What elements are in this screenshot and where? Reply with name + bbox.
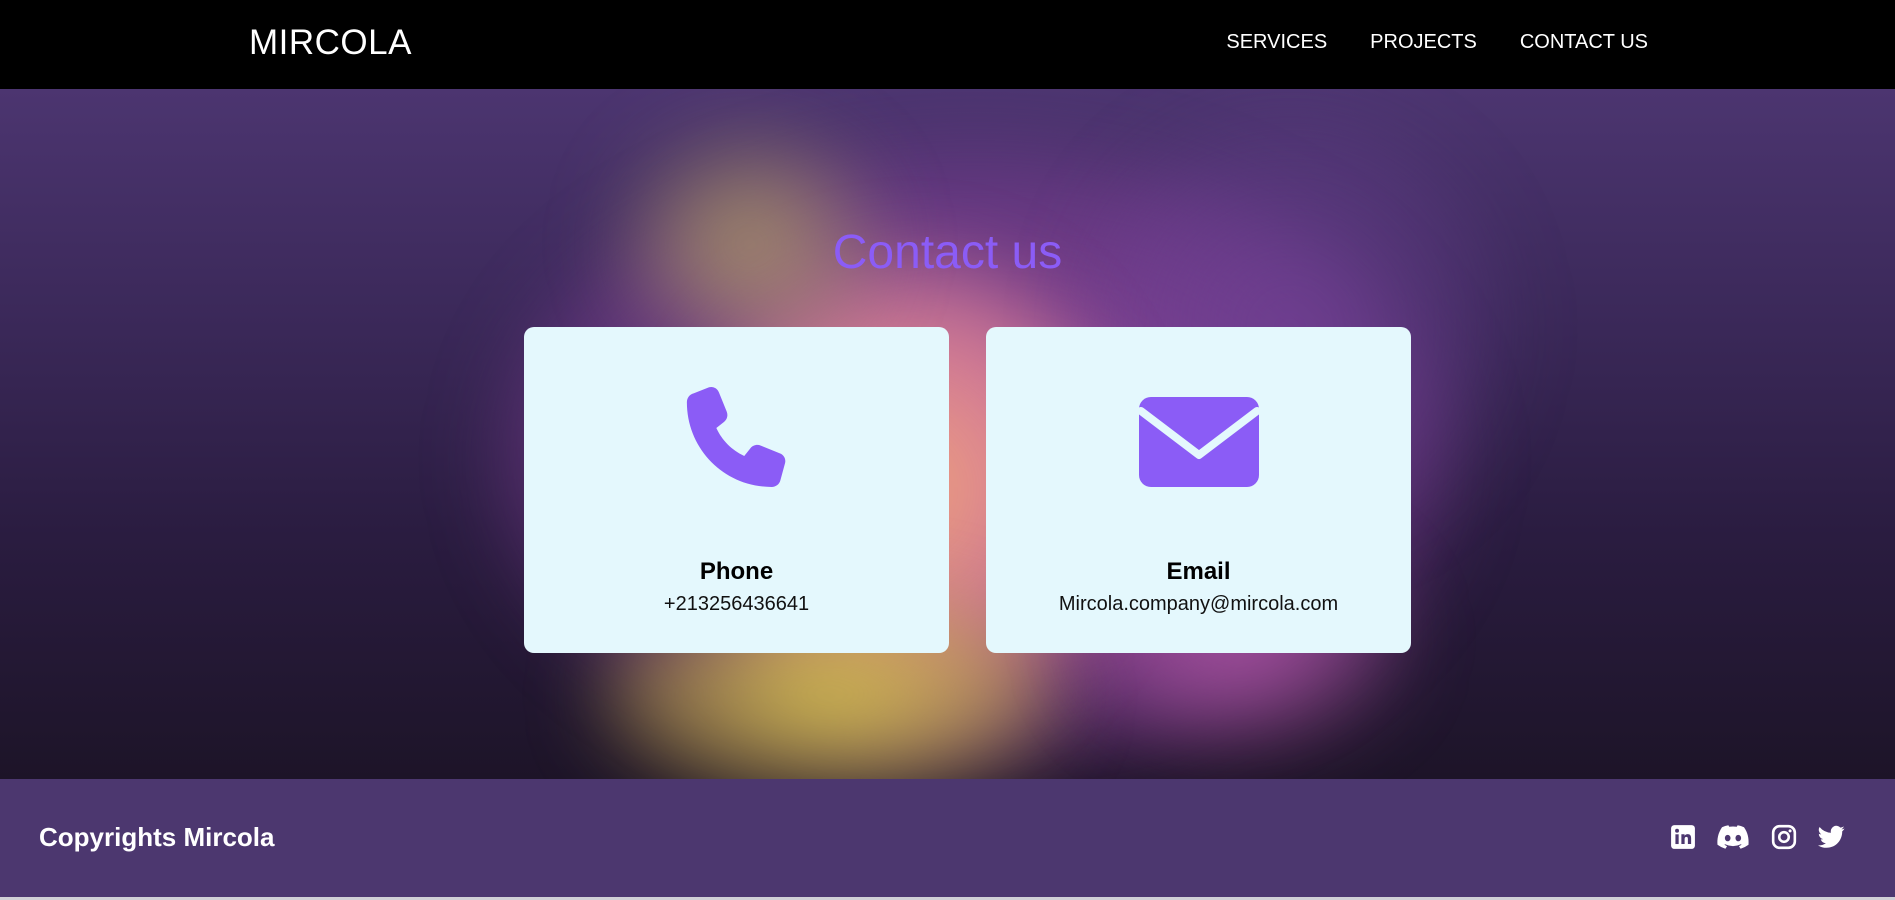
site-footer: Copyrights Mircola (0, 779, 1895, 900)
contact-section: Contact us Phone +213256436641 Email Mir… (0, 89, 1895, 779)
twitter-icon[interactable] (1818, 823, 1845, 850)
site-logo[interactable]: MIRCOLA (249, 22, 412, 64)
contact-title: Contact us (832, 226, 1063, 279)
instagram-icon[interactable] (1770, 823, 1797, 850)
phone-number[interactable]: +213256436641 (524, 591, 949, 617)
copyright-text: Copyrights Mircola (39, 822, 275, 852)
nav-projects[interactable]: PROJECTS (1370, 30, 1477, 54)
email-address[interactable]: Mircola.company@mircola.com (986, 591, 1411, 617)
nav-services[interactable]: SERVICES (1226, 30, 1327, 54)
main-nav: SERVICES PROJECTS CONTACT US (1226, 30, 1648, 54)
discord-icon[interactable] (1717, 823, 1749, 850)
phone-card: Phone +213256436641 (524, 327, 949, 653)
email-card: Email Mircola.company@mircola.com (986, 327, 1411, 653)
phone-icon (524, 377, 949, 507)
envelope-icon (986, 377, 1411, 507)
email-label: Email (1166, 558, 1231, 585)
nav-contact-us[interactable]: CONTACT US (1520, 30, 1648, 54)
site-header: MIRCOLA SERVICES PROJECTS CONTACT US (0, 0, 1895, 89)
social-links (1669, 823, 1845, 850)
phone-label: Phone (699, 558, 774, 585)
linkedin-icon[interactable] (1669, 823, 1696, 850)
